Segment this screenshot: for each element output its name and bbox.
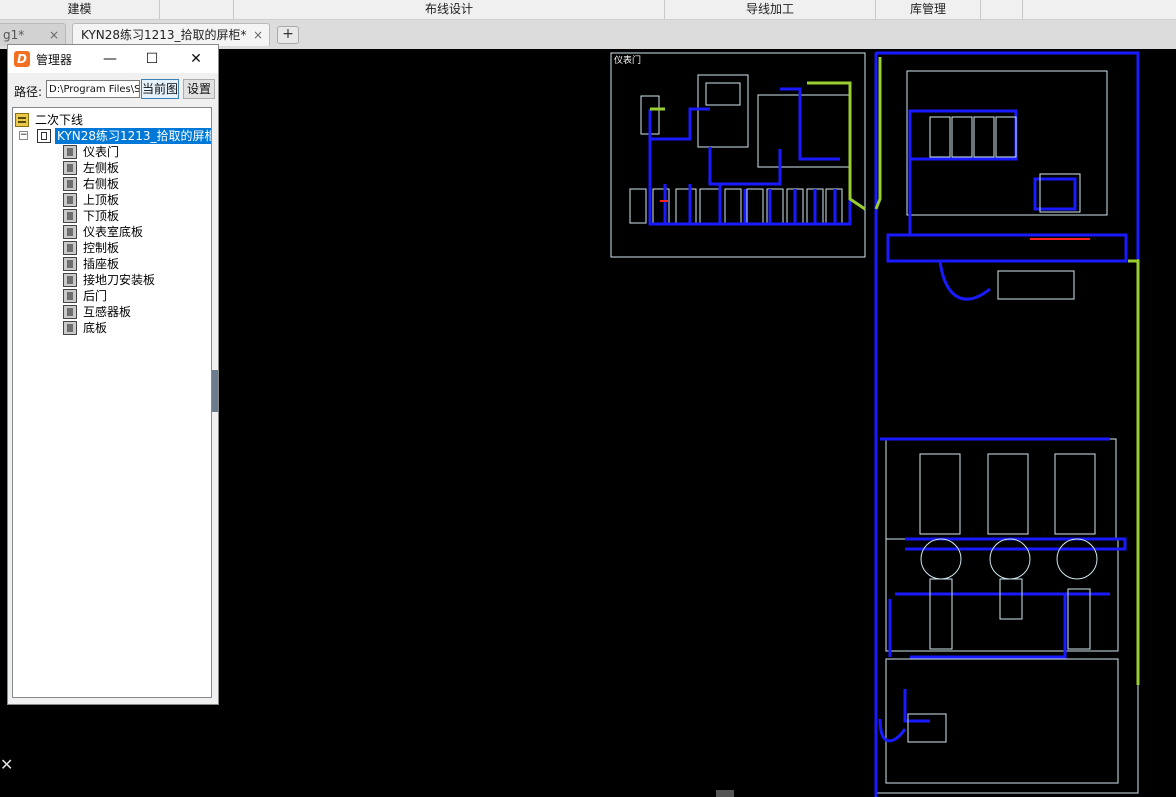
cabinet-side-outline [875,52,1139,794]
tab-label: KYN28练习1213_拾取的屏柜* [81,28,247,42]
panel-tree[interactable]: 二次下线 − KYN28练习1213_拾取的屏柜 仪表门 左侧板 右侧板 上顶板… [12,107,212,698]
tree-node-label: 仪表门 [83,145,120,159]
current-drawing-button[interactable]: 当前图 [141,79,179,99]
tab-g1[interactable]: g1* × [0,23,66,46]
panel-icon [63,321,77,335]
ribbon-group-modeling[interactable]: 建模 [0,0,160,19]
document-tab-bar: g1* × KYN28练习1213_拾取的屏柜* × + [0,20,1176,46]
tab-label: g1* [3,28,25,42]
current-transformers [907,453,1098,743]
settings-button[interactable]: 设置 [183,79,215,99]
folder-icon [15,113,29,127]
tab-close-icon[interactable]: × [49,24,59,46]
maximize-icon[interactable]: ☐ [138,47,166,71]
path-input[interactable]: D:\Program Files\S [46,80,140,98]
protection-device-outline [757,94,851,168]
tab-close-icon[interactable]: × [253,24,263,46]
tab-kyn28-cabinet[interactable]: KYN28练习1213_拾取的屏柜* × [72,23,270,46]
minimize-icon[interactable]: — [96,47,124,71]
panel-icon [63,241,77,255]
manager-window: D 管理器 — ☐ ✕ 路径: D:\Program Files\S 当前图 设… [7,44,219,705]
tree-node-label: 右侧板 [83,177,120,191]
tree-node-label: 接地刀安装板 [83,273,156,287]
panel-icon [63,289,77,303]
panel-icon [63,225,77,239]
terminal-row [629,188,843,224]
panel-icon [63,305,77,319]
dock-handle[interactable] [212,370,218,412]
manager-titlebar[interactable]: D 管理器 — ☐ ✕ [8,45,218,73]
panel-icon [63,145,77,159]
door-wiring [648,87,852,226]
cabinet-ground-wire [874,57,1140,685]
tree-node-label: 底板 [83,321,108,335]
tree-node-label: 插座板 [83,257,120,271]
panel-icon [63,273,77,287]
panel-icon [63,193,77,207]
path-row: 路径: D:\Program Files\S 当前图 设置 [8,79,218,101]
app-window: 建模 布线设计 导线加工 库管理 g1* × KYN28练习1213_拾取的屏柜… [0,0,1176,797]
tree-node-label: 下顶板 [83,209,120,223]
ribbon-header: 建模 布线设计 导线加工 库管理 [0,0,1176,20]
instrument-door-label: 仪表门 [614,54,641,66]
meter-display [705,82,741,106]
collapse-icon[interactable]: − [19,131,28,140]
panel-icon [63,209,77,223]
tree-node-label: 上顶板 [83,193,120,207]
panel-icon [63,177,77,191]
tree-node-label: KYN28练习1213_拾取的屏柜 [55,128,211,144]
close-icon[interactable]: ✕ [182,47,210,71]
tree-node-label: 左侧板 [83,161,120,175]
manager-title: 管理器 [36,53,73,67]
tree-node-label: 互感器板 [83,305,132,319]
path-label: 路径: [14,85,43,99]
ribbon-group-wiring[interactable]: 布线设计 [234,0,665,19]
panel-icon [63,161,77,175]
close-icon[interactable]: ✕ [0,756,13,774]
panel-icon [63,257,77,271]
ribbon-group-extra [981,0,1023,19]
tree-node-label: 控制板 [83,241,120,255]
tree-node-label: 仪表室底板 [83,225,144,239]
breaker-blocks [929,116,1081,213]
ribbon-group-wire-processing[interactable]: 导线加工 [665,0,876,19]
ribbon-group-library[interactable]: 库管理 [876,0,981,19]
app-logo-icon: D [14,51,30,67]
cabinet-icon [37,129,51,143]
scroll-handle[interactable] [716,790,734,797]
tree-node-label: 后门 [83,289,108,303]
add-tab-button[interactable]: + [277,26,299,44]
cabinet-wiring [874,51,1140,797]
tree-node-label: 二次下线 [35,113,84,127]
ribbon-group-spacer [160,0,234,19]
